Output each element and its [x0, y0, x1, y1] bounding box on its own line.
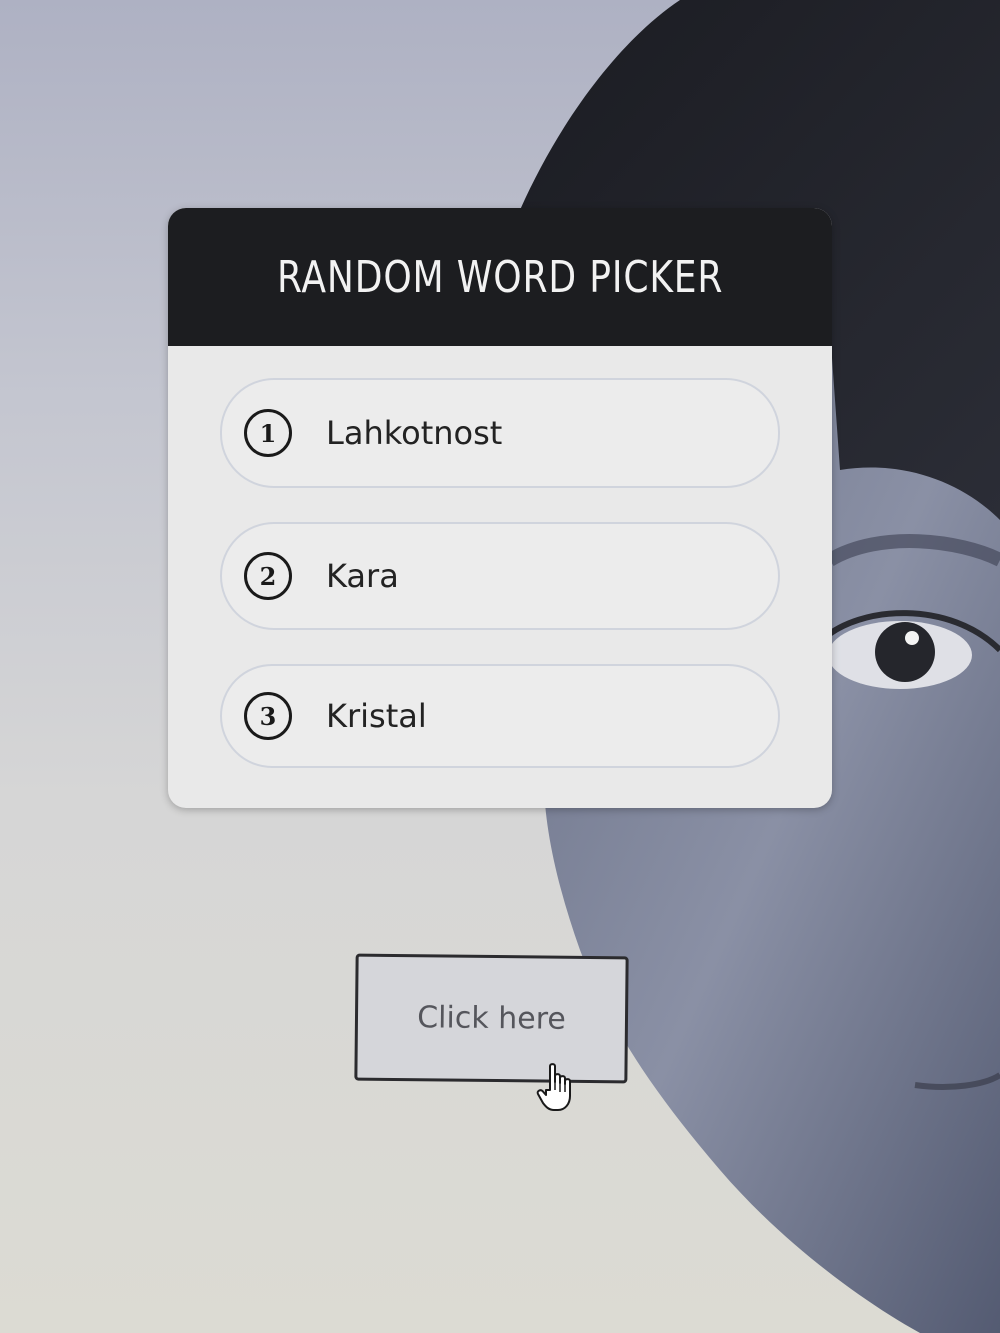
click-here-button[interactable]: Click here [354, 953, 629, 1084]
number-badge-3: 3 [244, 692, 292, 740]
word-item-2: 2 Kara [220, 522, 780, 630]
hand-pointer-icon [536, 1063, 571, 1111]
word-text-3: Kristal [326, 697, 427, 735]
word-text-2: Kara [326, 557, 399, 595]
number-badge-1: 1 [244, 409, 292, 457]
word-text-1: Lahkotnost [326, 414, 503, 452]
card-title: RANDOM WORD PICKER [276, 251, 724, 303]
word-item-3: 3 Kristal [220, 664, 780, 768]
word-item-1: 1 Lahkotnost [220, 378, 780, 488]
card-header: RANDOM WORD PICKER [168, 208, 832, 346]
word-list: 1 Lahkotnost 2 Kara 3 Kristal [168, 346, 832, 768]
random-word-picker-card: RANDOM WORD PICKER 1 Lahkotnost 2 Kara 3… [168, 208, 832, 808]
number-badge-2: 2 [244, 552, 292, 600]
